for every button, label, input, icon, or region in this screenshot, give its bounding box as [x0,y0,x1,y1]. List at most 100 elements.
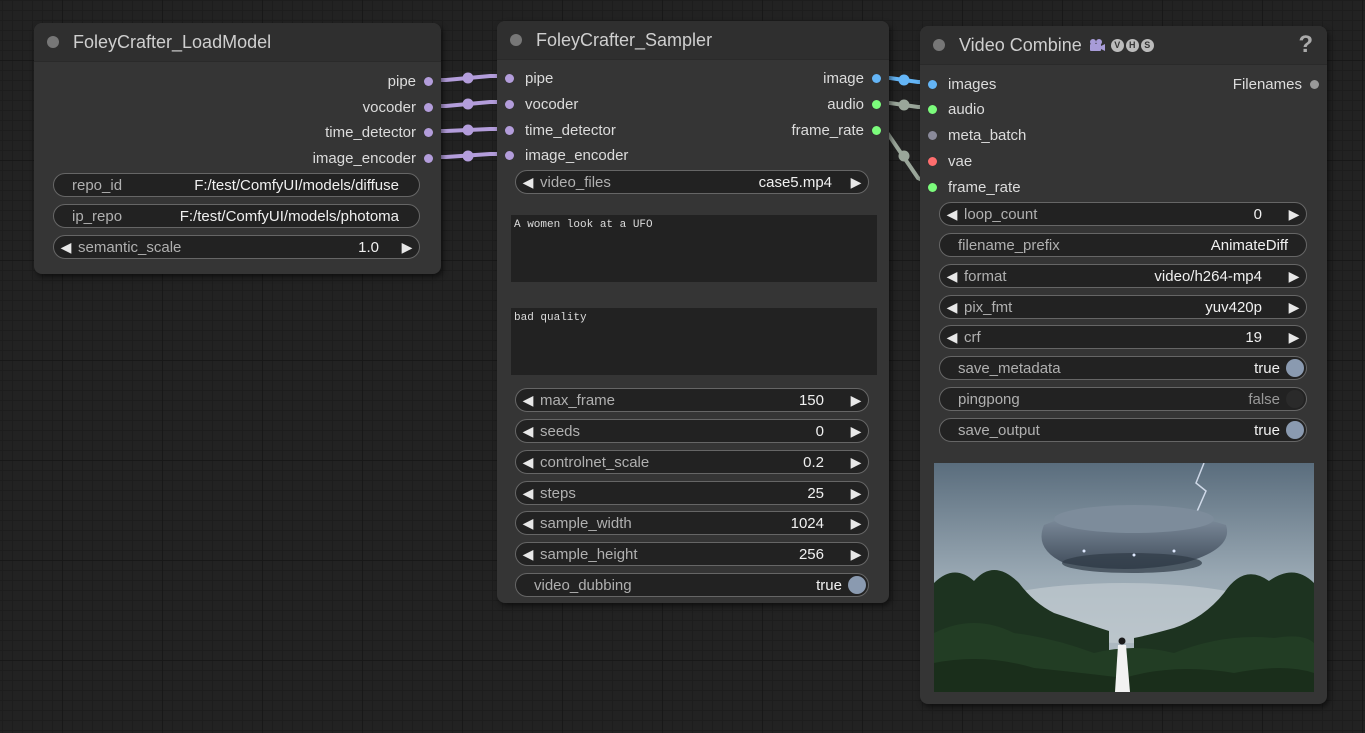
increment-arrow-icon[interactable]: ▶ [1282,268,1306,285]
output-dot-icon[interactable] [424,102,433,112]
widget-sample-width[interactable]: ◀ sample_width 1024 ▶ [515,511,869,535]
prompt-textarea[interactable]: A women look at a UFO [511,215,877,282]
output-dot-icon[interactable] [872,125,881,135]
input-vocoder[interactable]: vocoder [505,94,578,114]
decrement-arrow-icon[interactable]: ◀ [516,515,540,532]
widget-video-files[interactable]: ◀ video_files case5.mp4 ▶ [515,170,869,194]
widget-loop-count[interactable]: ◀ loop_count 0 ▶ [939,202,1307,226]
output-dot-icon[interactable] [424,153,433,163]
decrement-arrow-icon[interactable]: ◀ [516,485,540,502]
input-dot-icon[interactable] [928,156,937,166]
widget-filename-prefix[interactable]: filename_prefix AnimateDiff [939,233,1307,257]
decrement-arrow-icon[interactable]: ◀ [516,392,540,409]
node-status-icon[interactable] [510,34,522,46]
node-video-combine[interactable]: Video Combine V H S ? images audio meta_… [920,26,1327,704]
video-preview[interactable] [934,463,1314,692]
increment-arrow-icon[interactable]: ▶ [844,392,868,409]
decrement-arrow-icon[interactable]: ◀ [54,239,78,256]
widget-sample-height[interactable]: ◀ sample_height 256 ▶ [515,542,869,566]
decrement-arrow-icon[interactable]: ◀ [940,206,964,223]
input-dot-icon[interactable] [928,130,937,140]
slot-label: vocoder [525,95,579,113]
output-dot-icon[interactable] [1310,79,1319,89]
widget-seeds[interactable]: ◀ seeds 0 ▶ [515,419,869,443]
increment-arrow-icon[interactable]: ▶ [395,239,419,256]
increment-arrow-icon[interactable]: ▶ [844,454,868,471]
output-frame-rate[interactable]: frame_rate [791,120,881,140]
decrement-arrow-icon[interactable]: ◀ [516,454,540,471]
decrement-arrow-icon[interactable]: ◀ [940,299,964,316]
input-meta-batch[interactable]: meta_batch [928,125,1026,145]
input-dot-icon[interactable] [505,125,514,135]
node-header[interactable]: Video Combine V H S ? [920,26,1327,65]
decrement-arrow-icon[interactable]: ◀ [516,546,540,563]
widget-max-frame[interactable]: ◀ max_frame 150 ▶ [515,388,869,412]
increment-arrow-icon[interactable]: ▶ [1282,329,1306,346]
increment-arrow-icon[interactable]: ▶ [844,423,868,440]
input-dot-icon[interactable] [928,79,937,89]
input-image-encoder[interactable]: image_encoder [505,145,628,165]
widget-semantic-scale[interactable]: ◀ semantic_scale 1.0 ▶ [53,235,420,259]
node-header[interactable]: FoleyCrafter_LoadModel [34,23,441,62]
node-header[interactable]: FoleyCrafter_Sampler [497,21,889,60]
slot-label: frame_rate [948,178,1021,196]
increment-arrow-icon[interactable]: ▶ [844,174,868,191]
decrement-arrow-icon[interactable]: ◀ [940,329,964,346]
output-dot-icon[interactable] [872,73,881,83]
increment-arrow-icon[interactable]: ▶ [1282,299,1306,316]
negative-prompt-textarea[interactable]: bad quality [511,308,877,375]
widget-repo-id[interactable]: repo_id F:/test/ComfyUI/models/diffuse [53,173,420,197]
input-frame-rate[interactable]: frame_rate [928,177,1021,197]
output-dot-icon[interactable] [424,76,433,86]
decrement-arrow-icon[interactable]: ◀ [516,174,540,191]
toggle-knob-icon[interactable] [1286,359,1304,377]
node-status-icon[interactable] [933,39,945,51]
widget-label: semantic_scale [78,238,182,256]
input-pipe[interactable]: pipe [505,68,553,88]
output-pipe[interactable]: pipe [388,71,433,91]
node-sampler[interactable]: FoleyCrafter_Sampler pipe vocoder time_d… [497,21,889,603]
input-time-detector[interactable]: time_detector [505,120,616,140]
toggle-knob-icon[interactable] [1286,421,1304,439]
output-audio[interactable]: audio [827,94,881,114]
node-status-icon[interactable] [47,36,59,48]
help-icon[interactable]: ? [1298,31,1313,59]
increment-arrow-icon[interactable]: ▶ [844,546,868,563]
input-dot-icon[interactable] [505,150,514,160]
widget-crf[interactable]: ◀ crf 19 ▶ [939,325,1307,349]
input-vae[interactable]: vae [928,151,972,171]
widget-label: steps [540,484,576,502]
input-dot-icon[interactable] [505,99,514,109]
increment-arrow-icon[interactable]: ▶ [844,515,868,532]
output-image-encoder[interactable]: image_encoder [313,148,433,168]
toggle-knob-icon[interactable] [1286,390,1304,408]
widget-controlnet-scale[interactable]: ◀ controlnet_scale 0.2 ▶ [515,450,869,474]
increment-arrow-icon[interactable]: ▶ [1282,206,1306,223]
toggle-knob-icon[interactable] [848,576,866,594]
widget-pingpong[interactable]: pingpong false [939,387,1307,411]
input-dot-icon[interactable] [928,104,937,114]
output-vocoder[interactable]: vocoder [363,97,433,117]
widget-video-dubbing[interactable]: video_dubbing true [515,573,869,597]
widget-save-output[interactable]: save_output true [939,418,1307,442]
output-image[interactable]: image [823,68,881,88]
widget-value: 1.0 [358,238,379,256]
output-dot-icon[interactable] [424,127,433,137]
input-audio[interactable]: audio [928,99,985,119]
input-images[interactable]: images [928,74,996,94]
widget-steps[interactable]: ◀ steps 25 ▶ [515,481,869,505]
widget-save-metadata[interactable]: save_metadata true [939,356,1307,380]
increment-arrow-icon[interactable]: ▶ [844,485,868,502]
widget-pix-fmt[interactable]: ◀ pix_fmt yuv420p ▶ [939,295,1307,319]
decrement-arrow-icon[interactable]: ◀ [516,423,540,440]
output-filenames[interactable]: Filenames [1233,74,1319,94]
widget-ip-repo[interactable]: ip_repo F:/test/ComfyUI/models/photoma [53,204,420,228]
input-dot-icon[interactable] [928,182,937,192]
widget-format[interactable]: ◀ format video/h264-mp4 ▶ [939,264,1307,288]
output-dot-icon[interactable] [872,99,881,109]
decrement-arrow-icon[interactable]: ◀ [940,268,964,285]
widget-label: repo_id [72,176,123,194]
node-load-model[interactable]: FoleyCrafter_LoadModel pipe vocoder time… [34,23,441,274]
output-time-detector[interactable]: time_detector [325,122,433,142]
input-dot-icon[interactable] [505,73,514,83]
